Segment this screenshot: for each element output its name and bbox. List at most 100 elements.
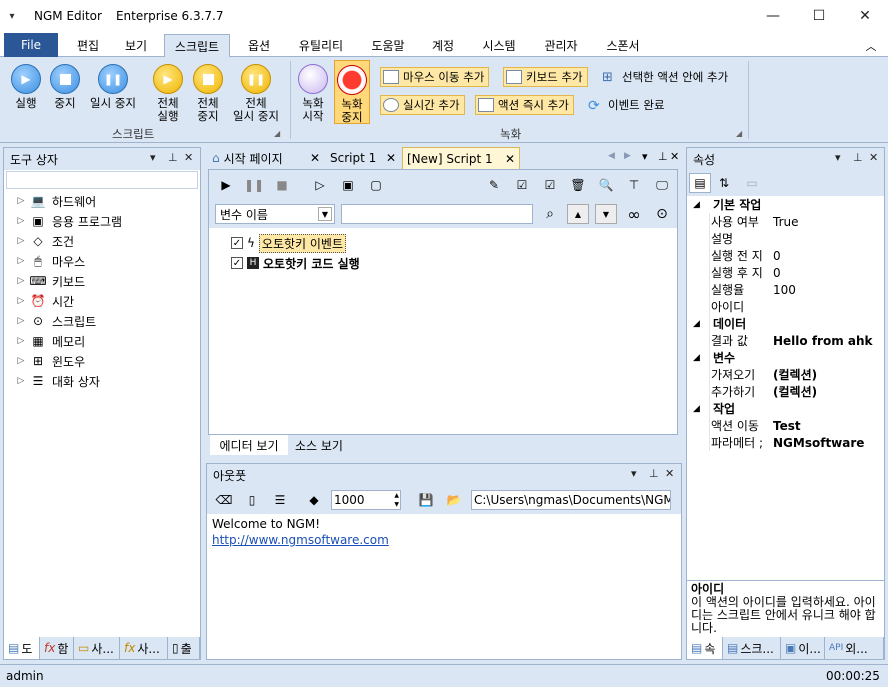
stop-all-button[interactable]: 전체 중지 [190,64,226,123]
tab-script-list[interactable]: ▤ 스크... [723,637,781,659]
tab-script-1[interactable]: Script 1 ✕ [326,147,400,169]
collapse-ribbon-icon[interactable]: ︿ [860,34,882,57]
add-realtime-button[interactable]: 실시간 추가 [380,95,465,115]
expand-icon[interactable]: ▷ [14,276,28,286]
checkbox[interactable]: ✓ [231,257,243,269]
expand-icon[interactable]: ▷ [14,256,28,266]
expand-icon[interactable]: ▷ [14,336,28,346]
sort-alpha-icon[interactable]: ⇅ [713,173,735,193]
toolbox-search-input[interactable] [6,171,198,189]
expand-icon[interactable]: ▷ [14,316,28,326]
close-button[interactable]: ✕ [842,0,888,32]
scroll-left-icon[interactable]: ◀ [608,151,615,161]
property-row[interactable]: 아이디 [687,298,884,315]
property-row[interactable]: 추가하기 (컬렉션) [687,383,884,400]
close-icon[interactable]: ✕ [505,152,515,166]
tab-script[interactable]: 스크립트 [164,34,230,58]
line-count-stepper[interactable]: 1000 ▲ ▼ [331,490,401,510]
tab-options[interactable]: 옵션 [240,34,278,57]
maximize-button[interactable]: ☐ [796,0,842,32]
check-icon[interactable]: ☑ [539,175,561,195]
tab-properties[interactable]: ▤ 속 [687,637,723,659]
dialog-launcher-icon[interactable]: ◢ [736,129,742,138]
run-icon[interactable]: ▶ [215,175,237,195]
panel-menu-icon[interactable]: ▾ [631,467,637,480]
property-row[interactable]: 실행율 100 [687,281,884,298]
run-all-button[interactable]: ▶ 전체 실행 [150,64,186,123]
close-icon[interactable]: ✕ [665,467,674,480]
collapse-icon[interactable]: ◢ [693,353,705,363]
pin-icon[interactable]: ⊥ [649,467,659,480]
tab-view[interactable]: 보기 [118,34,154,57]
website-link[interactable]: http://www.ngmsoftware.com [212,533,389,547]
expand-icon[interactable]: ▷ [14,296,28,306]
list-item[interactable]: ▷ ☰ 대화 상자 [4,371,100,391]
monitor-icon[interactable]: 🖵 [651,175,673,195]
minimize-button[interactable]: — [750,0,796,32]
move-up-icon[interactable]: ▲ [567,204,589,224]
add-mouse-move-button[interactable]: 마우스 이동 추가 [380,67,490,87]
eraser-icon[interactable]: ◆ [303,490,325,510]
collapse-icon[interactable]: ◢ [693,404,705,414]
list-item[interactable]: ✓ H 오토핫키 코드 실행 [231,254,360,272]
close-icon[interactable]: ✕ [869,151,878,164]
panel-menu-icon[interactable]: ▾ [642,150,648,163]
pin-icon[interactable]: ⊥ [853,151,863,164]
panel-menu-icon[interactable]: ▾ [835,151,841,164]
pause-icon[interactable]: ❚❚ [243,175,265,195]
list-item[interactable]: ▷ ▣ 응용 프로그램 [4,211,123,231]
stop-icon[interactable]: ■ [271,175,293,195]
move-down-icon[interactable]: ▼ [595,204,617,224]
file-settings-icon[interactable]: ▯ [241,490,263,510]
list-item[interactable]: ▷ 💻 하드웨어 [4,191,97,211]
property-pages-icon[interactable]: ▭ [741,173,763,193]
expand-icon[interactable]: ▷ [14,216,28,226]
tab-system[interactable]: 시스템 [474,34,524,57]
expand-icon[interactable]: ▷ [14,196,28,206]
property-category[interactable]: ◢ 작업 [687,400,884,417]
collapse-icon[interactable]: ◢ [693,319,705,329]
dialog-launcher-icon[interactable]: ◢ [274,129,280,138]
run-button[interactable]: ▶ 실행 [8,64,44,110]
check-all-icon[interactable]: ☑ [511,175,533,195]
checkbox[interactable]: ✓ [231,237,243,249]
close-icon[interactable]: ✕ [310,151,320,165]
add-keyboard-button[interactable]: 키보드 추가 [503,67,588,87]
expand-icon[interactable]: ▷ [14,376,28,386]
expand-icon[interactable]: ▷ [14,356,28,366]
add-in-selected-button[interactable]: ⊞ 선택한 액션 안에 추가 [600,67,732,87]
tab-user[interactable]: ▭ 사... [74,637,120,659]
property-row[interactable]: 액션 이동 Test [687,417,884,434]
collapse-icon[interactable]: ◢ [693,200,705,210]
property-row[interactable]: 가져오기 (컬렉션) [687,366,884,383]
tab-user-function[interactable]: fx 사... [120,637,168,659]
close-icon[interactable]: ✕ [386,151,396,165]
tab-edit[interactable]: 편집 [70,34,106,57]
find-icon[interactable]: 🔍 [595,175,617,195]
tab-editor-view[interactable]: 에디터 보기 [210,435,288,455]
tab-output[interactable]: ▯ 출 [168,637,200,659]
pin-icon[interactable]: ⊥ [168,151,178,164]
property-row[interactable]: 사용 여부 True [687,213,884,230]
broom-icon[interactable]: ⌫ [213,490,235,510]
categorized-icon[interactable]: ▤ [689,173,711,193]
list-item[interactable]: ✓ ϟ 오토핫키 이벤트 [231,233,347,253]
pin-icon[interactable]: ⊥ [658,150,668,163]
property-category[interactable]: ◢ 변수 [687,349,884,366]
record-stop-button[interactable]: 녹화 중지 [334,60,370,124]
close-icon[interactable]: ✕ [184,151,193,164]
property-row[interactable]: 설명 [687,230,884,247]
tab-api[interactable]: API 외... [825,637,884,659]
tab-help[interactable]: 도움말 [362,34,414,57]
system-menu-icon[interactable]: ▾ [0,11,24,22]
list-item[interactable]: ▷ ⌨ 키보드 [4,271,86,291]
panel-menu-icon[interactable]: ▾ [150,151,156,164]
tab-sponsor[interactable]: 스폰서 [598,34,648,57]
output-path-field[interactable]: C:\Users\ngmas\Documents\NGM6\ [471,490,671,510]
property-row[interactable]: 실행 후 지0 [687,264,884,281]
tab-utility[interactable]: 유틸리티 [290,34,352,57]
list-item[interactable]: ▷ 🖱 마우스 [4,251,86,271]
infinity-icon[interactable]: ∞ [623,204,645,224]
pause-all-button[interactable]: ❚❚ 전체 일시 중지 [228,64,284,123]
tab-account[interactable]: 계정 [424,34,462,57]
